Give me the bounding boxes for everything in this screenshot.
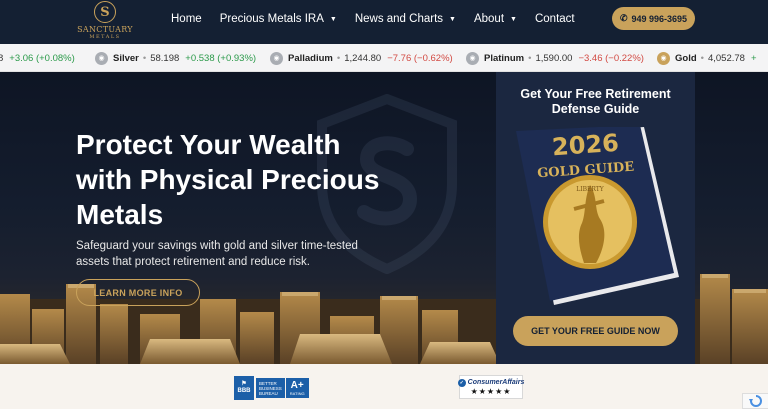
recaptcha-icon[interactable] xyxy=(742,393,768,409)
ticker-dot: • xyxy=(528,52,532,64)
price-ticker: 8 +3.06 (+0.08%) ◉ Silver • 58.198 +0.53… xyxy=(0,44,768,72)
guide-card: Get Your Free Retirement Defense Guide 2… xyxy=(496,72,695,364)
nav-home-label: Home xyxy=(171,13,202,25)
nav-contact-label: Contact xyxy=(534,13,575,25)
ticker-item-silver[interactable]: ◉ Silver • 58.198 +0.538 (+0.93%) xyxy=(95,44,257,71)
nav-home[interactable]: Home xyxy=(171,13,202,25)
ticker-dot: • xyxy=(142,52,147,64)
page: S SANCTUARY METALS Home Precious Metals … xyxy=(0,0,768,409)
trust-badges: ⚑ BBB BETTER BUSINESS BUREAU A+ RATING ✓ … xyxy=(0,364,768,409)
consumer-affairs-icon: ✓ xyxy=(457,378,466,387)
ticker-change: −3.46 (−0.22%) xyxy=(578,52,644,64)
nav-precious-metals-ira[interactable]: Precious Metals IRA ▼ xyxy=(220,13,337,25)
nav-about-label: About xyxy=(473,13,505,25)
ticker-item-platinum[interactable]: ◉ Platinum • 1,590.00 −3.46 (−0.22%) xyxy=(466,44,644,71)
bbb-abbr: BBB xyxy=(237,388,251,394)
chevron-down-icon: ▼ xyxy=(329,15,337,23)
hero-subtitle: Safeguard your savings with gold and sil… xyxy=(76,240,358,268)
learn-more-button[interactable]: LEARN MORE INFO xyxy=(76,279,200,306)
top-nav: S SANCTUARY METALS Home Precious Metals … xyxy=(0,0,768,44)
bbb-grade: A+ xyxy=(290,380,304,391)
recaptcha-arrows-icon xyxy=(748,395,762,407)
nav-about[interactable]: About ▼ xyxy=(474,13,517,25)
brand-sub: METALS xyxy=(89,34,121,40)
ticker-dot: • xyxy=(700,52,704,64)
logo-mark-icon: S xyxy=(94,1,116,23)
book-year: 2026 xyxy=(551,129,620,162)
ticker-name: Silver xyxy=(113,52,139,64)
hero-title: Protect Your Wealth with Physical Precio… xyxy=(76,129,380,230)
ticker-change: +0.538 (+0.93%) xyxy=(185,52,257,64)
phone-icon: ✆ xyxy=(619,13,628,23)
bbb-logo-icon: ⚑ BBB xyxy=(234,376,254,400)
platinum-coin-icon: ◉ xyxy=(466,51,479,65)
ticker-change: + xyxy=(750,52,757,64)
ticker-name: Palladium xyxy=(288,52,333,64)
ticker-item-palladium[interactable]: ◉ Palladium • 1,244.80 −7.76 (−0.62%) xyxy=(270,44,453,71)
guide-title: Get Your Free Retirement Defense Guide xyxy=(520,87,671,116)
bbb-badge[interactable]: ⚑ BBB BETTER BUSINESS BUREAU A+ RATING xyxy=(234,376,309,400)
phone-number: 949 996-3695 xyxy=(631,13,688,24)
ticker-change: +3.06 (+0.08%) xyxy=(9,52,75,64)
ticker-item-partial: 8 +3.06 (+0.08%) xyxy=(0,44,75,71)
ticker-price: 8 xyxy=(0,53,3,64)
ticker-item-gold[interactable]: ◉ Gold • 4,052.78 + xyxy=(657,44,757,71)
nav-contact[interactable]: Contact xyxy=(535,13,575,25)
nav-news-label: News and Charts xyxy=(354,13,444,25)
brand-name: SANCTUARY xyxy=(77,25,133,34)
gold-coin-icon: ◉ xyxy=(657,51,670,65)
book-coin-text: LIBERTY xyxy=(576,186,605,193)
bbb-rating: A+ RATING xyxy=(285,378,309,398)
brand-logo[interactable]: S SANCTUARY METALS xyxy=(76,0,134,44)
chevron-down-icon: ▼ xyxy=(449,15,456,23)
ticker-price: 58.198 xyxy=(150,52,180,64)
bbb-text: BETTER BUSINESS BUREAU xyxy=(256,378,285,398)
consumer-affairs-logo: ✓ ConsumerAffairs xyxy=(457,378,525,387)
main-menu: Home Precious Metals IRA ▼ News and Chart… xyxy=(171,0,575,38)
palladium-coin-icon: ◉ xyxy=(270,51,283,65)
silver-coin-icon: ◉ xyxy=(95,51,108,65)
bbb-line: BUREAU xyxy=(259,390,278,396)
ticker-change: −7.76 (−0.62%) xyxy=(387,52,453,64)
chevron-down-icon: ▼ xyxy=(510,15,517,23)
rating-stars: ★★★★★ xyxy=(470,386,512,396)
ticker-dot: • xyxy=(336,52,341,64)
ticker-name: Platinum xyxy=(484,52,525,64)
consumer-affairs-badge[interactable]: ✓ ConsumerAffairs ★★★★★ xyxy=(457,375,525,399)
ticker-price: 1,244.80 xyxy=(344,52,382,64)
ticker-price: 1,590.00 xyxy=(535,52,573,64)
ticker-name: Gold xyxy=(675,52,697,64)
bbb-grade-label: RATING xyxy=(289,391,305,396)
get-free-guide-button[interactable]: GET YOUR FREE GUIDE NOW xyxy=(513,316,678,346)
nav-news-and-charts[interactable]: News and Charts ▼ xyxy=(355,13,456,25)
ticker-price: 4,052.78 xyxy=(707,52,745,64)
consumer-affairs-name: ConsumerAffairs xyxy=(467,379,525,386)
nav-ira-label: Precious Metals IRA xyxy=(219,13,324,25)
gold-guide-book-image: 2026 GOLD GUIDE LIBERTY xyxy=(516,127,679,305)
phone-button[interactable]: ✆ 949 996-3695 xyxy=(612,7,695,30)
